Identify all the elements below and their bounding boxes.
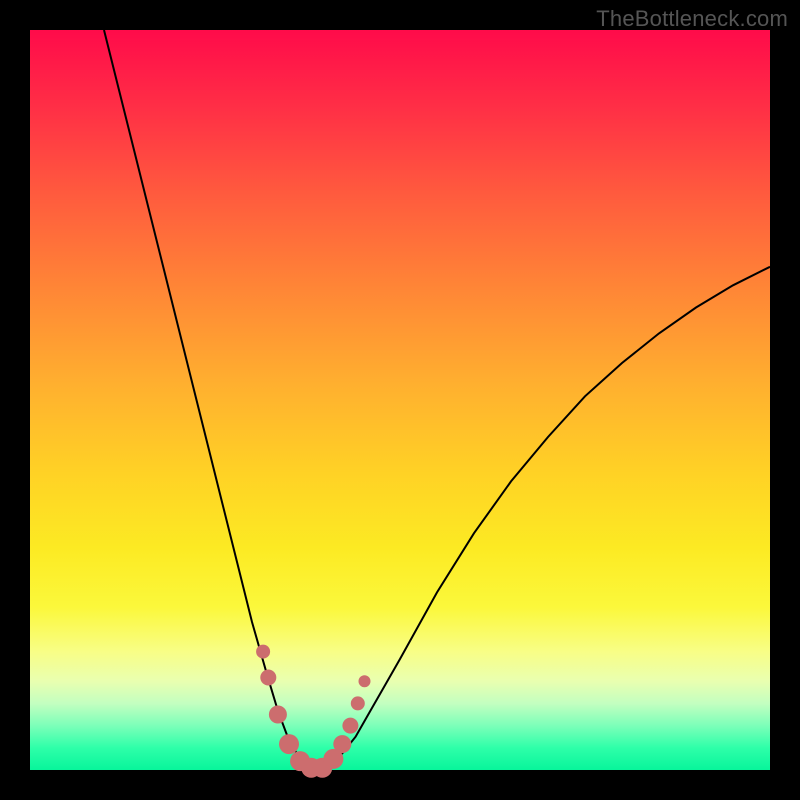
highlight-marker [269, 706, 287, 724]
highlight-marker [359, 675, 371, 687]
highlight-marker [260, 670, 276, 686]
watermark-text: TheBottleneck.com [596, 6, 788, 32]
curve-svg [30, 30, 770, 770]
highlight-marker [256, 645, 270, 659]
highlight-marker [351, 696, 365, 710]
highlight-marker [333, 735, 351, 753]
highlight-marker [342, 718, 358, 734]
plot-area [30, 30, 770, 770]
chart-frame: TheBottleneck.com [0, 0, 800, 800]
curve-left-branch [104, 30, 311, 770]
highlight-marker [279, 734, 299, 754]
curve-right-branch [311, 267, 770, 770]
